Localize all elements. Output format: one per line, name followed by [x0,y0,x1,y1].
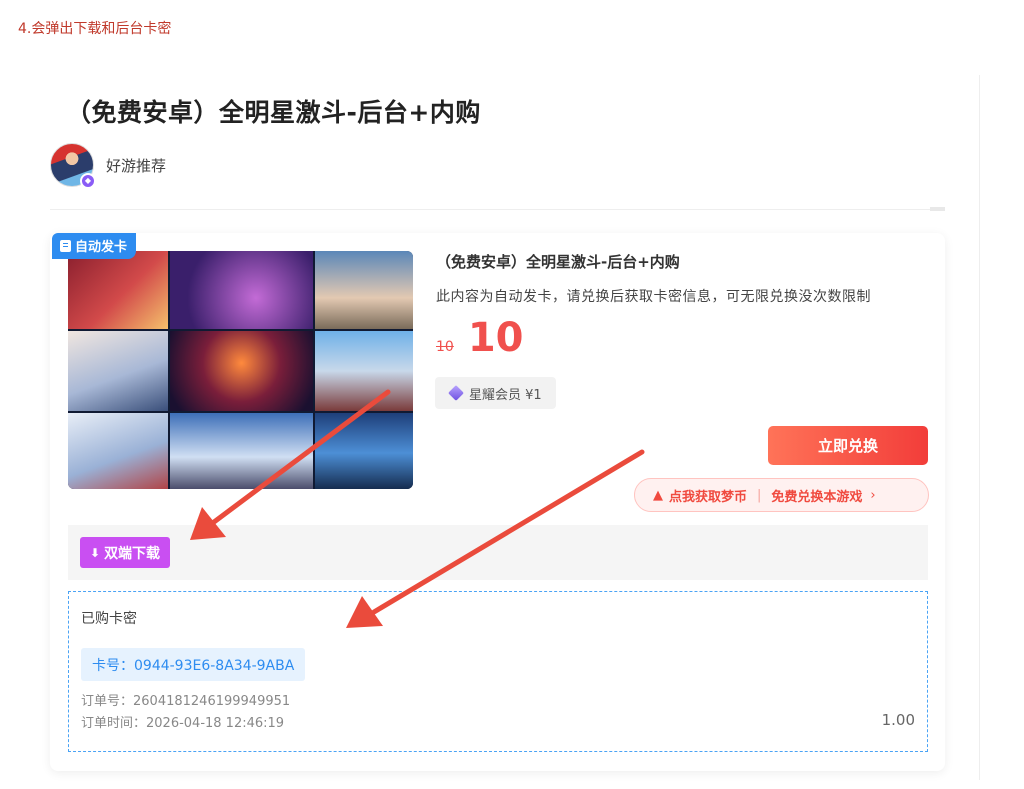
vip-price-pill[interactable]: 星耀会员 ¥1 [435,377,556,409]
divider [50,209,945,210]
download-label: 双端下载 [104,545,161,562]
book-icon [60,239,71,252]
order-number: 订单号：2604181246199949951 [81,694,291,709]
divider-end [930,207,945,211]
vip-badge-icon: ◆ [80,173,96,189]
diamond-icon [448,385,464,401]
original-price: 10 [436,339,454,355]
cover-tile [315,251,413,329]
free-redeem-label: 免费兑换本游戏 [771,489,863,505]
card-key-value[interactable]: 卡号：0944-93E6-8A34-9ABA [81,648,306,681]
cover-tile [68,413,168,489]
auto-delivery-label: 自动发卡 [75,240,128,255]
cover-tile [170,413,313,489]
product-cover-image[interactable] [68,251,413,489]
purchased-keys-title: 已购卡密 [81,611,137,627]
order-time: 订单时间：2026-04-18 12:46:19 [81,716,285,731]
cover-tile [68,331,168,411]
rocket-icon: ▲ [653,487,663,503]
redeem-button[interactable]: 立即兑换 [768,426,928,465]
price-row: 10 10 [436,315,524,361]
get-coins-button[interactable]: ▲ 点我获取梦币 | 免费兑换本游戏 › [634,478,929,512]
article: （免费安卓）全明星激斗-后台+内购 ◆ 好游推荐 自动发卡 （免费安卓）全明星激… [50,75,980,780]
current-price: 10 [467,315,524,361]
cover-tile [315,413,413,489]
auto-delivery-badge: 自动发卡 [52,233,137,259]
cover-tile [68,251,168,329]
author-info[interactable]: ◆ 好游推荐 [50,141,166,189]
download-icon: ⬇ [90,545,101,560]
product-card: 自动发卡 （免费安卓）全明星激斗-后台+内购 此内容为自动发卡，请兑换后获取卡密… [50,233,945,771]
product-description: 此内容为自动发卡，请兑换后获取卡密信息，可无限兑换没次数限制 [436,289,871,305]
order-amount: 1.00 [881,711,915,729]
vip-price-label: 星耀会员 ¥1 [469,387,542,403]
avatar[interactable]: ◆ [50,143,96,189]
purchased-keys-box: 已购卡密 卡号：0944-93E6-8A34-9ABA 订单号：26041812… [68,591,928,752]
separator: | [757,487,762,503]
download-area: ⬇ 双端下载 [68,525,928,580]
download-button[interactable]: ⬇ 双端下载 [80,537,171,568]
page-title: （免费安卓）全明星激斗-后台+内购 [66,98,481,127]
cover-tile [170,331,313,411]
get-coins-label: 点我获取梦币 [669,489,748,505]
product-title: （免费安卓）全明星激斗-后台+内购 [436,253,680,271]
cover-tile [170,251,313,329]
chevron-right-icon: › [870,487,876,503]
step-note: 4.会弹出下载和后台卡密 [18,21,172,37]
author-name[interactable]: 好游推荐 [106,155,166,176]
cover-tile [315,331,413,411]
